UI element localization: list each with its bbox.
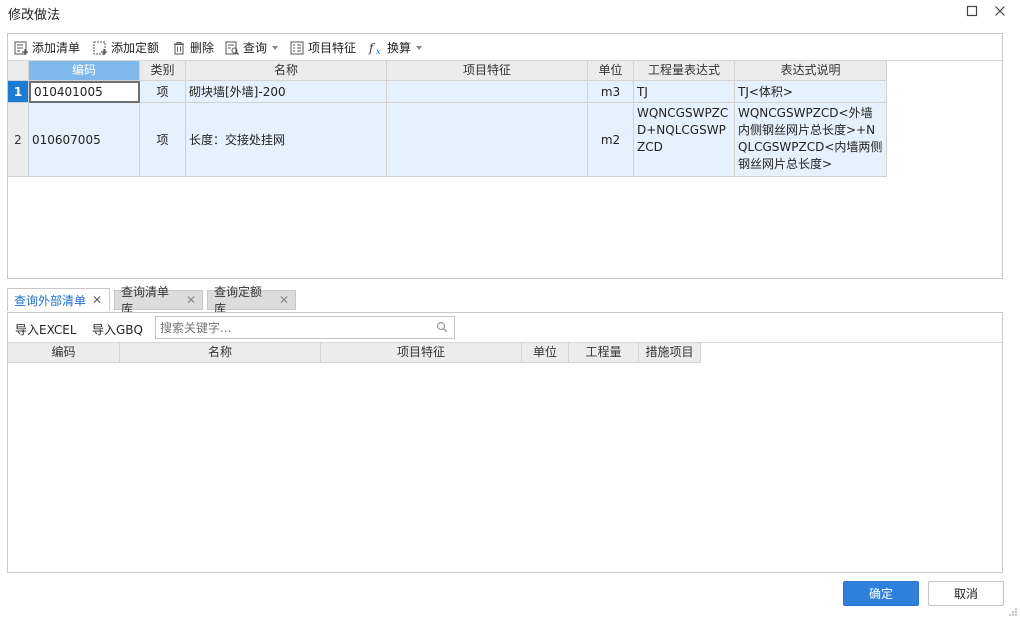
category-cell[interactable]: 项 (140, 81, 186, 103)
expression-desc-cell[interactable]: WQNCGSWPZCD<外墙内侧钢丝网片总长度>+NQLCGSWPZCD<内墙两… (735, 103, 887, 177)
column-header-code[interactable]: 编码 (8, 343, 120, 363)
expression-desc-cell[interactable]: TJ<体积> (735, 81, 887, 103)
search-input[interactable] (156, 317, 434, 338)
import-gbq-button[interactable]: 导入GBQ (92, 321, 143, 338)
window-title: 修改做法 (8, 8, 61, 23)
ok-button[interactable]: 确定 (843, 581, 919, 606)
feature-icon (289, 40, 305, 56)
delete-label: 删除 (190, 41, 215, 55)
column-header-name[interactable]: 名称 (120, 343, 321, 363)
name-cell[interactable]: 砌块墙[外墙]-200 (186, 81, 387, 103)
unit-cell[interactable]: m2 (588, 103, 634, 177)
close-icon[interactable]: ✕ (279, 293, 289, 307)
add-list-button[interactable]: 添加清单 (13, 38, 80, 57)
close-icon[interactable]: ✕ (92, 293, 102, 307)
cancel-button[interactable]: 取消 (928, 581, 1004, 606)
query-icon (224, 40, 240, 56)
column-header-category[interactable]: 类别 (140, 61, 186, 81)
row-number[interactable]: 1 (8, 81, 29, 103)
chevron-down-icon (272, 45, 279, 50)
add-list-label: 添加清单 (32, 41, 81, 55)
query-button[interactable]: 查询 (224, 38, 279, 57)
search-icon[interactable] (436, 321, 448, 336)
search-box (155, 316, 455, 339)
conversion-label: 换算 (387, 41, 412, 55)
expression-cell[interactable]: TJ (634, 81, 735, 103)
conversion-button[interactable]: fx 换算 (368, 38, 423, 57)
maximize-button[interactable] (961, 1, 983, 21)
resize-grip-icon[interactable] (1008, 606, 1018, 620)
column-header-feature[interactable]: 项目特征 (321, 343, 522, 363)
corner-header (8, 61, 29, 81)
feature-cell[interactable] (387, 81, 588, 103)
maximize-icon (966, 5, 978, 17)
tab-query-quota-library[interactable]: 查询定额库 ✕ (207, 285, 296, 316)
column-header-name[interactable]: 名称 (186, 61, 387, 81)
code-cell[interactable]: 010401005 (29, 81, 140, 103)
svg-text:x: x (376, 47, 381, 56)
column-header-feature[interactable]: 项目特征 (387, 61, 588, 81)
code-cell[interactable]: 010607005 (29, 103, 140, 177)
tab-query-external-list[interactable]: 查询外部清单 ✕ (7, 288, 110, 311)
fx-icon: fx (368, 40, 384, 56)
category-cell[interactable]: 项 (140, 103, 186, 177)
query-label: 查询 (243, 41, 268, 55)
project-feature-button[interactable]: 项目特征 (289, 38, 356, 57)
tab-label: 查询外部清单 (14, 293, 87, 308)
column-header-measure-item[interactable]: 措施项目 (639, 343, 701, 363)
add-quota-label: 添加定额 (111, 41, 160, 55)
column-header-quantity[interactable]: 工程量 (569, 343, 639, 363)
close-button[interactable] (989, 1, 1011, 21)
trash-icon (171, 40, 187, 56)
toolbar: 添加清单 添加定额 删除 查询 项目特征 f x 换算 (8, 34, 1002, 61)
feature-cell[interactable] (387, 103, 588, 177)
name-cell[interactable]: 长度：交接处挂网 (186, 103, 387, 177)
expression-cell[interactable]: WQNCGSWPZCD+NQLCGSWPZCD (634, 103, 735, 177)
close-icon (995, 6, 1005, 16)
unit-cell[interactable]: m3 (588, 81, 634, 103)
column-header-unit[interactable]: 单位 (588, 61, 634, 81)
lower-toolbar: 导入EXCEL 导入GBQ (8, 313, 1002, 343)
column-header-expression[interactable]: 工程量表达式 (634, 61, 735, 81)
column-header-unit[interactable]: 单位 (522, 343, 569, 363)
svg-text:f: f (368, 41, 376, 55)
chevron-down-icon (416, 45, 423, 50)
quantity-method-panel: 添加清单 添加定额 删除 查询 项目特征 f x 换算 编码 类别 名称 项目特… (7, 33, 1003, 279)
delete-button[interactable]: 删除 (171, 38, 214, 57)
row-number[interactable]: 2 (8, 103, 29, 177)
column-header-code[interactable]: 编码 (29, 61, 140, 81)
add-quota-button[interactable]: 添加定额 (92, 38, 159, 57)
add-quota-icon (92, 40, 108, 56)
project-feature-label: 项目特征 (308, 41, 357, 55)
tab-query-list-library[interactable]: 查询清单库 ✕ (114, 285, 203, 316)
column-header-expression-desc[interactable]: 表达式说明 (735, 61, 887, 81)
add-list-icon (13, 40, 29, 56)
import-excel-button[interactable]: 导入EXCEL (15, 321, 77, 338)
close-icon[interactable]: ✕ (186, 293, 196, 307)
external-list-panel: 导入EXCEL 导入GBQ 编码 名称 项目特征 单位 工程量 措施项目 (7, 312, 1003, 573)
title-bar: 修改做法 (0, 0, 1020, 24)
